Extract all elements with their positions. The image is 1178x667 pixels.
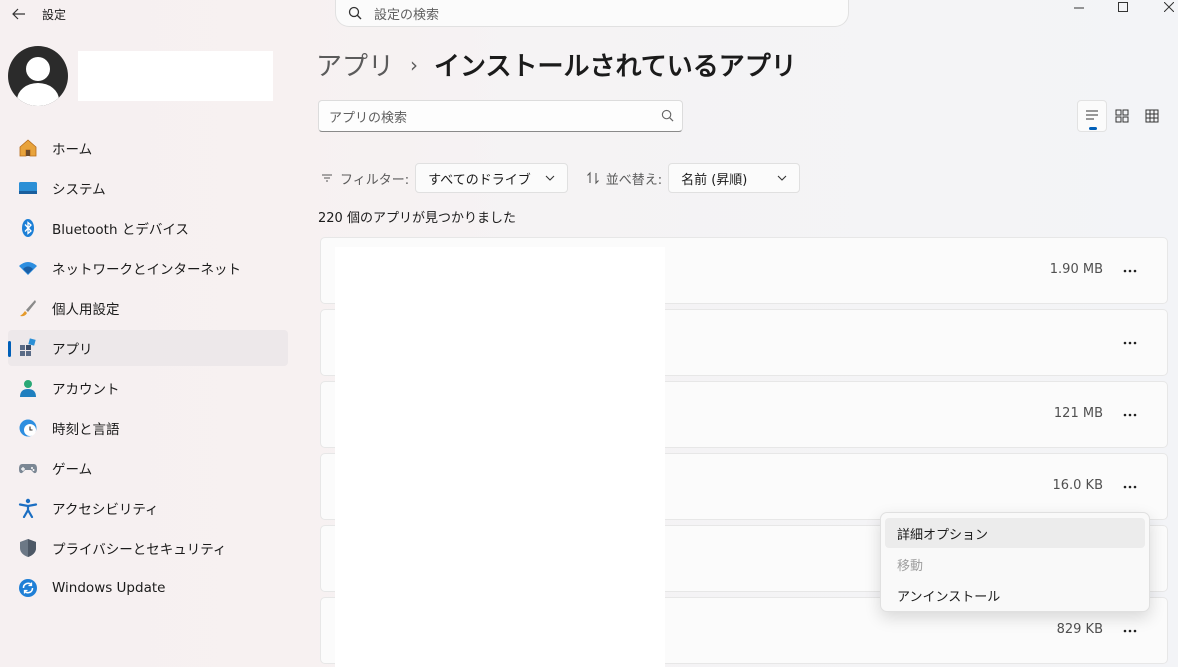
menu-item-uninstall[interactable]: アンインストール xyxy=(885,580,1145,610)
chevron-down-icon xyxy=(545,175,555,181)
sidebar-item-accounts[interactable]: アカウント xyxy=(8,370,288,406)
sidebar-item-network[interactable]: ネットワークとインターネット xyxy=(8,250,288,286)
filter-dropdown[interactable]: すべてのドライブ xyxy=(415,163,568,193)
grid-view-icon xyxy=(1145,109,1159,123)
update-icon xyxy=(18,578,38,598)
sidebar-item-system[interactable]: システム xyxy=(8,170,288,206)
sidebar-item-label: プライバシーとセキュリティ xyxy=(52,542,227,558)
grid-view-button[interactable] xyxy=(1137,100,1167,132)
system-icon xyxy=(18,178,38,198)
sidebar-item-home[interactable]: ホーム xyxy=(8,130,288,166)
wifi-icon xyxy=(18,258,38,278)
more-options-button[interactable] xyxy=(1115,404,1145,426)
breadcrumb-separator-icon: › xyxy=(410,52,419,77)
filter-label-text: フィルター: xyxy=(340,172,410,188)
list-view-icon xyxy=(1086,110,1098,120)
apps-icon xyxy=(18,338,38,358)
settings-search-box[interactable]: 設定の検索 xyxy=(335,0,849,27)
maximize-button[interactable] xyxy=(1108,0,1138,14)
back-arrow-icon xyxy=(12,8,25,20)
minimize-button[interactable] xyxy=(1064,0,1094,14)
more-icon xyxy=(1123,341,1137,345)
app-title: 設定 xyxy=(42,8,67,22)
tile-view-button[interactable] xyxy=(1107,100,1137,132)
sidebar-item-gaming[interactable]: ゲーム xyxy=(8,450,288,486)
sidebar-item-time-language[interactable]: 時刻と言語 xyxy=(8,410,288,446)
sidebar-item-label: 時刻と言語 xyxy=(52,422,120,438)
gamepad-icon xyxy=(18,458,38,478)
account-icon xyxy=(18,378,38,398)
app-size: 121 MB xyxy=(1053,406,1103,421)
sidebar-item-apps[interactable]: アプリ xyxy=(8,330,288,366)
sidebar-item-label: Bluetooth とデバイス xyxy=(52,222,189,238)
user-profile[interactable] xyxy=(8,46,68,106)
close-icon xyxy=(1164,2,1174,12)
app-search-placeholder: アプリの検索 xyxy=(329,110,408,126)
sidebar-item-bluetooth[interactable]: Bluetooth とデバイス xyxy=(8,210,288,246)
more-icon xyxy=(1123,413,1137,417)
sidebar-item-label: Windows Update xyxy=(52,580,166,596)
sidebar-item-accessibility[interactable]: アクセシビリティ xyxy=(8,490,288,526)
close-button[interactable] xyxy=(1154,0,1178,14)
shield-icon xyxy=(18,538,38,558)
sidebar-item-label: システム xyxy=(52,182,106,198)
more-options-button[interactable] xyxy=(1115,620,1145,642)
filter-sort-row: フィルター: すべてのドライブ 並べ替え: 名前 (昇順) xyxy=(320,163,801,193)
more-icon xyxy=(1123,485,1137,489)
sidebar-item-label: 個人用設定 xyxy=(52,302,120,318)
sidebar-item-label: アプリ xyxy=(52,342,93,358)
app-size: 1.90 MB xyxy=(1049,262,1103,277)
sidebar-item-personalization[interactable]: 個人用設定 xyxy=(8,290,288,326)
sort-label-text: 並べ替え: xyxy=(605,172,663,188)
menu-item-move: 移動 xyxy=(897,558,924,574)
maximize-icon xyxy=(1118,2,1128,12)
sidebar-item-label: ネットワークとインターネット xyxy=(52,262,241,278)
more-options-button[interactable] xyxy=(1115,332,1145,354)
page-title: インストールされているアプリ xyxy=(434,52,797,82)
app-search-input[interactable]: アプリの検索 xyxy=(318,100,683,132)
app-names-redacted xyxy=(335,247,665,667)
back-button[interactable] xyxy=(8,3,30,25)
sidebar-nav: ホーム システム Bluetooth とデバイス ネットワークとインターネット … xyxy=(8,130,288,610)
filter-icon xyxy=(322,174,332,182)
sidebar-item-windows-update[interactable]: Windows Update xyxy=(8,570,288,606)
app-size: 16.0 KB xyxy=(1052,478,1103,493)
search-icon xyxy=(661,109,674,126)
tile-view-icon xyxy=(1115,109,1129,123)
time-language-icon xyxy=(18,418,38,438)
breadcrumb: アプリ › インストールされているアプリ xyxy=(316,46,797,83)
more-options-button[interactable] xyxy=(1115,476,1145,498)
bluetooth-icon xyxy=(18,218,38,238)
breadcrumb-apps-link[interactable]: アプリ xyxy=(316,46,394,83)
filter-dropdown-value: すべてのドライブ xyxy=(428,172,531,188)
search-icon xyxy=(348,6,362,20)
avatar[interactable] xyxy=(8,46,68,106)
app-size: 829 KB xyxy=(1056,622,1103,637)
more-icon xyxy=(1123,629,1137,633)
sidebar-item-label: ゲーム xyxy=(52,462,93,478)
more-icon xyxy=(1123,269,1137,273)
app-context-menu: 詳細オプション 移動 アンインストール xyxy=(880,512,1150,612)
profile-name-redacted xyxy=(78,51,273,101)
sidebar-item-label: アカウント xyxy=(52,382,120,398)
sidebar-item-label: アクセシビリティ xyxy=(52,502,159,518)
home-icon xyxy=(18,138,38,158)
filter-label: フィルター: xyxy=(320,169,409,188)
sort-dropdown[interactable]: 名前 (昇順) xyxy=(668,163,801,193)
sort-icon xyxy=(586,171,599,185)
brush-icon xyxy=(18,298,38,318)
sidebar-item-label: ホーム xyxy=(52,142,93,158)
accessibility-icon xyxy=(18,498,38,518)
sidebar-item-privacy[interactable]: プライバシーとセキュリティ xyxy=(8,530,288,566)
more-options-button[interactable] xyxy=(1115,260,1145,282)
sort-dropdown-value: 名前 (昇順) xyxy=(681,172,748,188)
app-count-text: 220 個のアプリが見つかりました xyxy=(318,211,516,226)
settings-search-placeholder: 設定の検索 xyxy=(374,7,440,23)
minimize-icon xyxy=(1074,7,1084,9)
list-view-button[interactable] xyxy=(1077,100,1107,132)
sort-label: 並べ替え: xyxy=(586,169,662,188)
chevron-down-icon xyxy=(777,175,787,181)
menu-item-advanced-options[interactable]: 詳細オプション xyxy=(885,518,1145,548)
